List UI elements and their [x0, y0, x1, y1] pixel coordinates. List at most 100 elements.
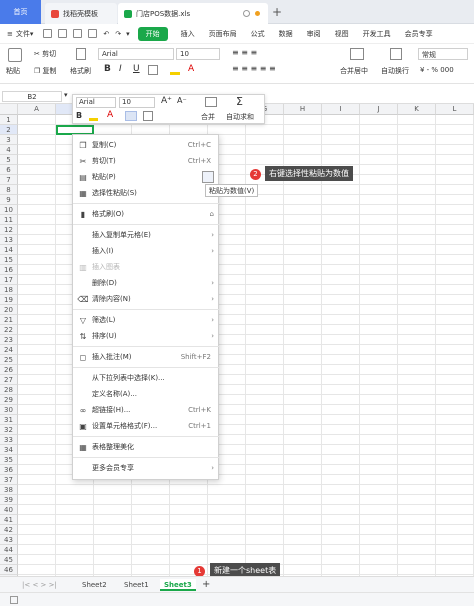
row-header[interactable]: 15: [0, 255, 18, 265]
tab-home[interactable]: 首页: [0, 0, 41, 24]
mini-autosum-button[interactable]: 自动求和: [226, 112, 254, 122]
font-family-select[interactable]: Arial: [98, 48, 174, 60]
row-header[interactable]: 40: [0, 505, 18, 515]
menu-beautify[interactable]: ▦ 表格整理美化: [73, 439, 220, 455]
menu-define-name[interactable]: 定义名称(A)...: [73, 386, 220, 402]
row-header[interactable]: 8: [0, 185, 18, 195]
mini-size-select[interactable]: 10: [119, 97, 155, 108]
font-color-icon[interactable]: A: [188, 64, 194, 74]
mini-merge-button[interactable]: 合并: [201, 112, 215, 122]
menu-file[interactable]: ≡ 文件▾: [0, 29, 40, 39]
mini-merge-icon[interactable]: [205, 97, 217, 107]
paste-values-icon[interactable]: [202, 171, 214, 183]
row-header[interactable]: 41: [0, 515, 18, 525]
tab-templates[interactable]: 找稻壳模板: [45, 3, 117, 24]
mini-border-icon[interactable]: [143, 111, 153, 121]
sheet-nav-buttons[interactable]: |< < > >|: [18, 579, 61, 591]
menu-data[interactable]: 数据: [272, 29, 300, 39]
align-top-icon[interactable]: ≡ ≡ ≡: [232, 48, 257, 57]
menu-formula[interactable]: 公式: [244, 29, 272, 39]
number-format-select[interactable]: 常规: [418, 48, 468, 60]
row-header[interactable]: 43: [0, 535, 18, 545]
row-header[interactable]: 44: [0, 545, 18, 555]
add-sheet-button[interactable]: +: [198, 579, 214, 591]
tab-sync-icon[interactable]: [243, 10, 250, 17]
menu-pick-list[interactable]: 从下拉列表中选择(K)...: [73, 370, 220, 386]
row-header[interactable]: 39: [0, 495, 18, 505]
col-header-a[interactable]: A: [18, 104, 56, 115]
row-header[interactable]: 28: [0, 385, 18, 395]
row-header[interactable]: 9: [0, 195, 18, 205]
menu-sort[interactable]: ⇅ 排序(U) ›: [73, 328, 220, 344]
row-header[interactable]: 2: [0, 125, 18, 135]
mini-align-icon[interactable]: [125, 111, 137, 121]
row-header[interactable]: 11: [0, 215, 18, 225]
col-header-j[interactable]: J: [360, 104, 398, 115]
menu-format-painter[interactable]: ▮ 格式刷(O) ⌂: [73, 206, 220, 222]
export-icon[interactable]: [58, 29, 68, 38]
menu-hyperlink[interactable]: ∞ 超链接(H)... Ctrl+K: [73, 402, 220, 418]
row-header[interactable]: 18: [0, 285, 18, 295]
row-header[interactable]: 13: [0, 235, 18, 245]
tab-file[interactable]: 门店POS数据.xls: [118, 3, 268, 24]
paste-button[interactable]: 粘贴: [6, 66, 20, 76]
more-icon[interactable]: ▾: [126, 30, 130, 38]
row-header[interactable]: 35: [0, 455, 18, 465]
menu-view[interactable]: 视图: [328, 29, 356, 39]
wrap-icon[interactable]: [390, 48, 402, 60]
col-header-h[interactable]: H: [284, 104, 322, 115]
sheet-tab-sheet2[interactable]: Sheet2: [78, 579, 111, 591]
row-header[interactable]: 30: [0, 405, 18, 415]
menu-page-layout[interactable]: 页面布局: [202, 29, 244, 39]
row-header[interactable]: 31: [0, 415, 18, 425]
menu-paste[interactable]: ▤ 粘贴(P): [73, 169, 220, 185]
row-header[interactable]: 46: [0, 565, 18, 575]
row-header[interactable]: 17: [0, 275, 18, 285]
mini-fill-color-icon[interactable]: [89, 112, 98, 121]
row-header[interactable]: 36: [0, 465, 18, 475]
new-tab-button[interactable]: +: [272, 5, 282, 19]
menu-format-cells[interactable]: ▣ 设置单元格格式(F)... Ctrl+1: [73, 418, 220, 434]
menu-insert-comment[interactable]: ◻ 插入批注(M) Shift+F2: [73, 349, 220, 365]
menu-delete[interactable]: 删除(D) ›: [73, 275, 220, 291]
row-header[interactable]: 14: [0, 245, 18, 255]
row-header[interactable]: 22: [0, 325, 18, 335]
col-header-k[interactable]: K: [398, 104, 436, 115]
sheet-tab-sheet1[interactable]: Sheet1: [120, 579, 153, 591]
name-box[interactable]: B2: [2, 91, 62, 102]
menu-start[interactable]: 开始: [137, 26, 168, 41]
menu-insert[interactable]: 插入: [174, 29, 202, 39]
row-header[interactable]: 19: [0, 295, 18, 305]
format-painter-button[interactable]: 格式刷: [70, 66, 91, 76]
row-header[interactable]: 16: [0, 265, 18, 275]
row-header[interactable]: 42: [0, 525, 18, 535]
row-header[interactable]: 5: [0, 155, 18, 165]
col-header-l[interactable]: L: [436, 104, 474, 115]
row-header[interactable]: 21: [0, 315, 18, 325]
bold-button[interactable]: B: [104, 64, 111, 74]
font-grow-icon[interactable]: A⁺: [161, 96, 172, 106]
save-icon[interactable]: [43, 29, 53, 38]
row-header[interactable]: 29: [0, 395, 18, 405]
name-box-dropdown-icon[interactable]: ▾: [64, 91, 68, 99]
border-icon[interactable]: [148, 65, 158, 75]
row-header[interactable]: 12: [0, 225, 18, 235]
cut-button[interactable]: ✂ 剪切: [34, 49, 56, 59]
row-header[interactable]: 1: [0, 115, 18, 125]
print-icon[interactable]: [73, 29, 83, 38]
menu-clear[interactable]: ⌫ 清除内容(N) ›: [73, 291, 220, 307]
font-shrink-icon[interactable]: A⁻: [177, 96, 187, 105]
row-header[interactable]: 24: [0, 345, 18, 355]
italic-button[interactable]: I: [119, 64, 122, 74]
col-header-i[interactable]: I: [322, 104, 360, 115]
menu-member[interactable]: 会员专享: [398, 29, 440, 39]
menu-more-member[interactable]: 更多会员专享 ›: [73, 460, 220, 476]
sigma-icon[interactable]: Σ: [236, 95, 243, 108]
font-size-select[interactable]: 10: [176, 48, 220, 60]
row-header[interactable]: 34: [0, 445, 18, 455]
menu-insert-copied[interactable]: 插入复制单元格(E) ›: [73, 227, 220, 243]
row-header[interactable]: 33: [0, 435, 18, 445]
mini-font-color-icon[interactable]: A: [107, 110, 113, 120]
menu-review[interactable]: 审阅: [300, 29, 328, 39]
copy-button[interactable]: ❐ 复制: [34, 66, 57, 76]
